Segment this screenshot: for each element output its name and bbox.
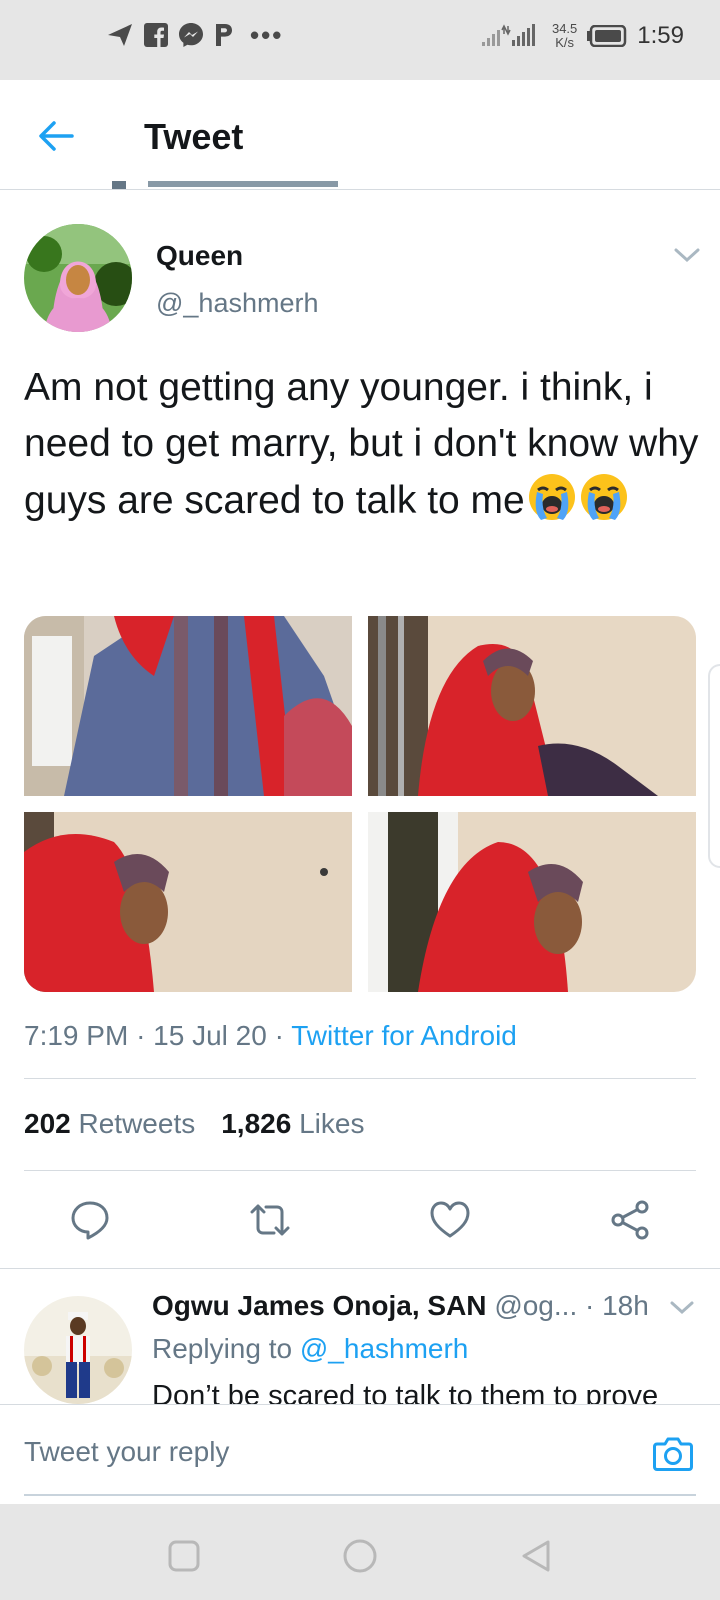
home-circle-icon[interactable]	[342, 1538, 378, 1574]
messenger-icon	[179, 23, 203, 47]
tweet-meta: 7:19 PM · 15 Jul 20 · Twitter for Androi…	[24, 1020, 517, 1052]
status-bar: ••• 34.5 K/s 1:59	[0, 0, 720, 80]
app-header: Tweet	[0, 80, 720, 190]
replying-to-mention[interactable]: @_hashmerh	[300, 1333, 469, 1364]
tweet-date: 15 Jul 20	[153, 1020, 267, 1051]
network-speed: 34.5 K/s	[552, 22, 577, 50]
tweet-photo-3[interactable]	[24, 812, 352, 992]
tweet-photo-4[interactable]	[368, 812, 696, 992]
notification-icons: •••	[106, 22, 283, 48]
network-speed-unit: K/s	[555, 35, 575, 50]
retweet-icon[interactable]	[248, 1198, 292, 1242]
reply-text: Don’t be scared to talk to them to prove	[152, 1380, 659, 1404]
scrolled-content-peek	[112, 181, 338, 189]
tweet-stats: 202 Retweets 1,826 Likes	[24, 1108, 364, 1140]
meta-separator: ·	[136, 1020, 146, 1051]
camera-icon[interactable]	[652, 1432, 694, 1474]
send-icon	[108, 24, 132, 46]
chevron-down-icon[interactable]	[668, 1298, 696, 1318]
tweet-photo-1[interactable]	[24, 616, 352, 796]
divider	[0, 1268, 720, 1269]
reply-age: 18h	[602, 1290, 649, 1321]
loudly-crying-face-icon	[528, 474, 575, 520]
facebook-icon	[144, 23, 168, 47]
divider	[24, 1170, 696, 1171]
likes-count: 1,826	[221, 1108, 292, 1139]
reply-author-name[interactable]: Ogwu James Onoja, SAN	[152, 1290, 487, 1321]
divider	[24, 1078, 696, 1079]
retweets-stat[interactable]: 202 Retweets	[24, 1108, 195, 1139]
likes-stat[interactable]: 1,826 Likes	[221, 1108, 364, 1139]
like-icon[interactable]	[428, 1198, 472, 1242]
chevron-down-icon[interactable]	[672, 244, 702, 266]
retweets-label: Retweets	[78, 1108, 196, 1139]
composer-underline	[24, 1494, 696, 1496]
tweet-time: 7:19 PM	[24, 1020, 129, 1051]
system-indicators: 34.5 K/s 1:59	[481, 22, 684, 50]
share-icon[interactable]	[608, 1198, 652, 1242]
back-arrow-icon[interactable]	[36, 116, 76, 156]
meta-separator: ·	[274, 1020, 284, 1051]
replying-to: Replying to @_hashmerh	[152, 1333, 468, 1365]
battery-icon	[587, 25, 627, 47]
signal-icon	[481, 24, 535, 46]
author-avatar[interactable]	[24, 224, 132, 332]
more-notifications-dots: •••	[250, 20, 284, 50]
reply-author-handle[interactable]: @og...	[494, 1290, 577, 1321]
page-title: Tweet	[144, 116, 244, 157]
system-nav-bar	[0, 1504, 720, 1600]
tweet-text: Am not getting any younger. i think, i n…	[24, 360, 704, 529]
tweet-source-link[interactable]: Twitter for Android	[291, 1020, 517, 1051]
back-triangle-icon[interactable]	[518, 1538, 554, 1574]
network-speed-value: 34.5	[551, 21, 578, 36]
edge-panel-handle[interactable]	[708, 664, 720, 868]
retweets-count: 202	[24, 1108, 71, 1139]
replying-label: Replying to	[152, 1333, 293, 1364]
reply-header: Ogwu James Onoja, SAN @og... · 18h	[152, 1290, 649, 1322]
tweet-photo-2[interactable]	[368, 616, 696, 796]
loudly-crying-face-icon	[580, 474, 627, 520]
p-app-icon	[216, 24, 232, 46]
clock: 1:59	[637, 22, 684, 49]
author-name[interactable]: Queen	[156, 240, 243, 272]
reply-input[interactable]	[24, 1436, 584, 1468]
meta-separator: ·	[585, 1290, 595, 1321]
author-handle[interactable]: @_hashmerh	[156, 288, 319, 319]
likes-label: Likes	[299, 1108, 365, 1139]
recents-square-icon[interactable]	[166, 1538, 202, 1574]
reply-author-avatar[interactable]	[24, 1296, 132, 1404]
reply-icon[interactable]	[68, 1198, 112, 1242]
